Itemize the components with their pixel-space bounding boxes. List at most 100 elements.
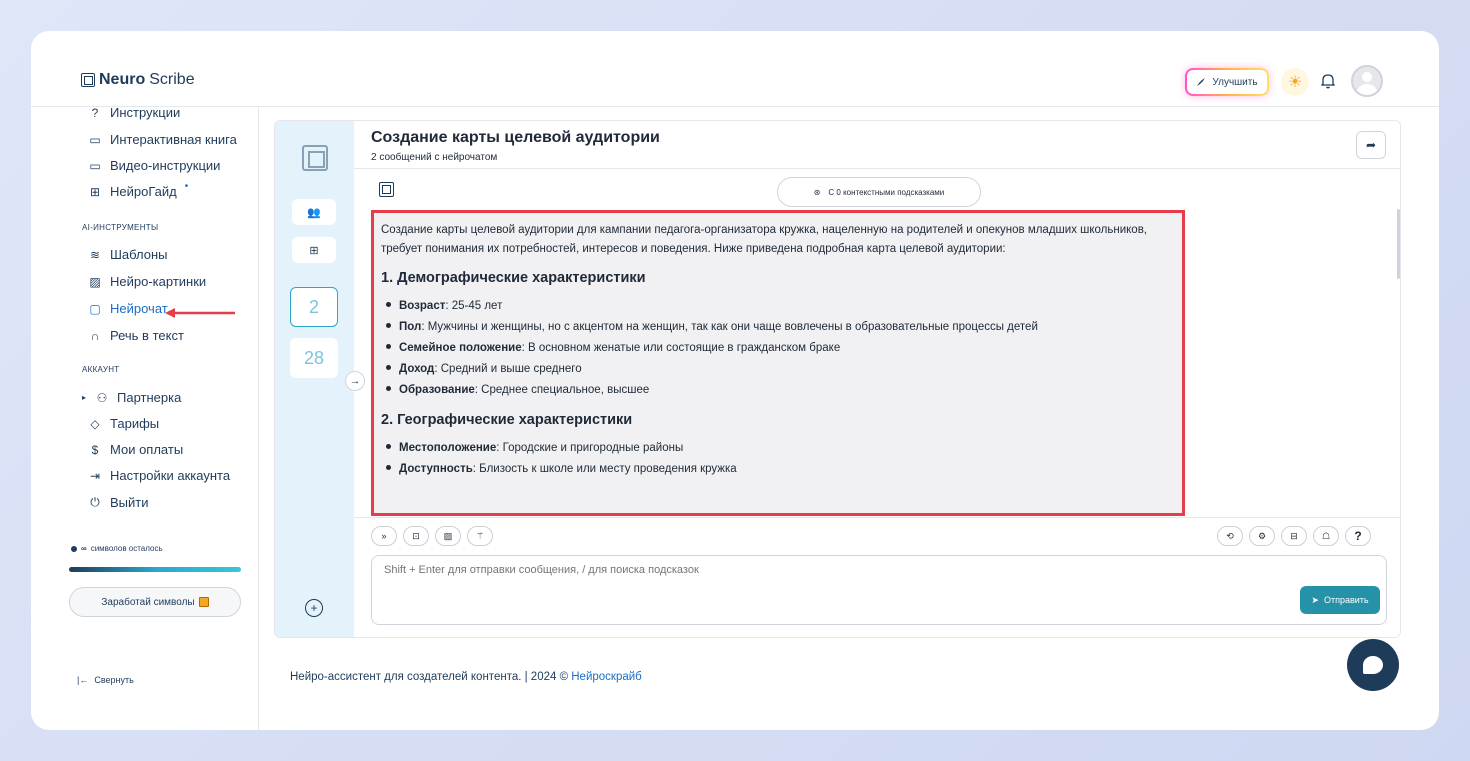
tools-divider bbox=[354, 517, 1400, 518]
answer-heading: 1. Демографические характеристики bbox=[381, 270, 646, 286]
chevron-right-icon: ▸ bbox=[81, 393, 86, 402]
sidebar-item-neuro-images[interactable]: ▨ Нейро-картинки bbox=[88, 274, 206, 289]
collapse-chevrons-icon[interactable]: » bbox=[371, 526, 397, 546]
sidebar-item-payments[interactable]: $ Мои оплаты bbox=[88, 442, 184, 457]
image-icon[interactable]: ▨ bbox=[435, 526, 461, 546]
bell-icon[interactable] bbox=[1318, 71, 1338, 91]
rail-count-messages[interactable]: 2 bbox=[290, 287, 338, 327]
context-label: С 0 контекстными подсказками bbox=[828, 187, 945, 197]
symbols-progress-bar bbox=[69, 567, 241, 572]
sidebar-item-speech-to-text[interactable]: ∩ Речь в текст bbox=[88, 328, 184, 343]
logo-rest: Scribe bbox=[149, 71, 195, 88]
list-item: Доход: Средний и выше среднего bbox=[386, 359, 1175, 380]
earn-label: Заработай символы bbox=[101, 596, 195, 608]
sidebar-item-account-settings[interactable]: ⇥ Настройки аккаунта bbox=[88, 468, 230, 483]
message-input[interactable] bbox=[384, 564, 1184, 576]
section-ai-tools: AI-ИНСТРУМЕНТЫ bbox=[82, 223, 159, 232]
theme-toggle-sun-icon[interactable]: ☀ bbox=[1281, 68, 1309, 96]
send-button[interactable]: ➤ Отправить bbox=[1300, 586, 1380, 614]
magic-wand-icon[interactable]: ⚚ bbox=[467, 526, 493, 546]
dollar-icon: $ bbox=[91, 442, 99, 457]
share-button[interactable]: ➦ bbox=[1356, 131, 1386, 159]
send-label: Отправить bbox=[1323, 595, 1369, 605]
sidebar-item-label: Инструкции bbox=[110, 105, 181, 120]
symbols-remaining: ∞ символов осталось bbox=[71, 544, 163, 553]
answer-intro: Создание карты целевой аудитории для кам… bbox=[381, 224, 1148, 255]
users-rail-button[interactable]: 👥 bbox=[292, 199, 336, 225]
footer-text: Нейро-ассистент для создателей контента.… bbox=[290, 671, 572, 683]
login-icon: ⇥ bbox=[89, 468, 101, 483]
avatar[interactable] bbox=[1351, 65, 1383, 97]
sidebar-item-label: Партнерка bbox=[117, 390, 182, 405]
image-icon: ▨ bbox=[89, 274, 101, 289]
upgrade-label: Улучшить bbox=[1212, 76, 1258, 88]
new-dot-icon: • bbox=[184, 181, 189, 192]
grid-rail-button[interactable]: ⊞ bbox=[292, 237, 336, 263]
video-icon: ▭ bbox=[89, 158, 101, 173]
rail-logo-icon bbox=[302, 145, 328, 171]
sidebar: ? Инструкции ▭ Интерактивная книга ▭ Вид… bbox=[31, 105, 259, 730]
sidebar-item-label: НейроГайд bbox=[110, 184, 177, 199]
brain-icon: ⊛ bbox=[813, 187, 821, 197]
sidebar-item-label: Интерактивная книга bbox=[110, 132, 237, 147]
help-circle-icon: ? bbox=[91, 105, 99, 120]
send-plane-icon: ➤ bbox=[1311, 594, 1319, 605]
sidebar-item-label: Видео-инструкции bbox=[110, 158, 221, 173]
add-chat-plus-icon[interactable]: + bbox=[305, 599, 323, 617]
list-item: Возраст: 25-45 лет bbox=[386, 296, 1175, 317]
sidebar-item-label: Речь в текст bbox=[110, 328, 184, 343]
sidebar-item-interactive-book[interactable]: ▭ Интерактивная книга bbox=[88, 132, 237, 147]
footer-link[interactable]: Нейроскрайб bbox=[571, 671, 642, 683]
share-icon: ➦ bbox=[1365, 138, 1377, 152]
context-hints-pill[interactable]: ⊛ С 0 контекстными подсказками bbox=[777, 177, 981, 207]
sidebar-item-templates[interactable]: ≋ Шаблоны bbox=[88, 247, 168, 262]
earn-symbols-button[interactable]: Заработай символы bbox=[69, 587, 241, 617]
headphones-icon: ∩ bbox=[90, 328, 100, 343]
rail-count-items[interactable]: 28 bbox=[290, 338, 338, 378]
users-icon: 👥 bbox=[307, 206, 321, 219]
sidebar-item-logout[interactable]: ⏻ Выйти bbox=[88, 495, 149, 510]
chat-title: Создание карты целевой аудитории bbox=[371, 129, 660, 146]
symbols-text: символов осталось bbox=[90, 544, 163, 553]
sidebar-item-label: Тарифы bbox=[110, 416, 160, 431]
sidebar-item-instructions[interactable]: ? Инструкции bbox=[88, 105, 181, 120]
list-item: Пол: Мужчины и женщины, но с акцентом на… bbox=[386, 317, 1175, 338]
logo-icon bbox=[81, 73, 95, 87]
power-icon: ⏻ bbox=[90, 495, 100, 509]
sidebar-item-label: Мои оплаты bbox=[110, 442, 184, 457]
sidebar-item-label: Нейрочат bbox=[110, 301, 168, 316]
layout-icon[interactable]: ⊟ bbox=[1281, 526, 1307, 546]
sidebar-item-neurochat[interactable]: ▢ Нейрочат bbox=[88, 301, 168, 316]
list-item: Семейное положение: В основном женатые и… bbox=[386, 338, 1175, 359]
red-arrow-annotation bbox=[165, 308, 235, 318]
puzzle-icon[interactable]: ⟲ bbox=[1217, 526, 1243, 546]
layout-icon: ⊞ bbox=[89, 184, 101, 199]
expand-arrow-icon[interactable]: → bbox=[345, 371, 365, 391]
save-icon[interactable]: ⊡ bbox=[403, 526, 429, 546]
logo[interactable]: Neuro Scribe bbox=[81, 71, 195, 89]
rocket-icon bbox=[1197, 78, 1206, 86]
sidebar-item-label: Шаблоны bbox=[110, 247, 168, 262]
assistant-message: Создание карты целевой аудитории для кам… bbox=[371, 210, 1185, 516]
answer-list: Местоположение: Городские и пригородные … bbox=[381, 438, 1175, 480]
section-account: АККАУНТ bbox=[82, 365, 120, 374]
sidebar-item-video[interactable]: ▭ Видео-инструкции bbox=[88, 158, 220, 173]
message-input-box[interactable]: ➤ Отправить bbox=[371, 555, 1387, 625]
book-icon: ▭ bbox=[89, 132, 101, 147]
list-item: Доступность: Близость к школе или месту … bbox=[386, 459, 1175, 480]
support-chat-icon[interactable] bbox=[1347, 639, 1399, 691]
top-header: Neuro Scribe Улучшить ☀ bbox=[31, 31, 1439, 107]
collapse-button[interactable]: |← Свернуть bbox=[77, 675, 134, 685]
robot-icon[interactable]: ☖ bbox=[1313, 526, 1339, 546]
sidebar-item-partner[interactable]: ▸ ⚇ Партнерка bbox=[81, 390, 181, 405]
sidebar-item-tariffs[interactable]: ◇ Тарифы bbox=[88, 416, 159, 431]
users-icon: ⚇ bbox=[96, 390, 108, 405]
upgrade-button[interactable]: Улучшить bbox=[1185, 68, 1269, 96]
list-item: Образование: Среднее специальное, высшее bbox=[386, 380, 1175, 401]
chat-scrollbar[interactable] bbox=[1397, 209, 1400, 279]
help-icon[interactable]: ? bbox=[1345, 526, 1371, 546]
settings-icon[interactable]: ⚙ bbox=[1249, 526, 1275, 546]
sidebar-item-label: Выйти bbox=[110, 495, 149, 510]
answer-heading: 2. Географические характеристики bbox=[381, 412, 633, 428]
sidebar-item-neuroguide[interactable]: ⊞ НейроГайд • bbox=[88, 181, 189, 199]
